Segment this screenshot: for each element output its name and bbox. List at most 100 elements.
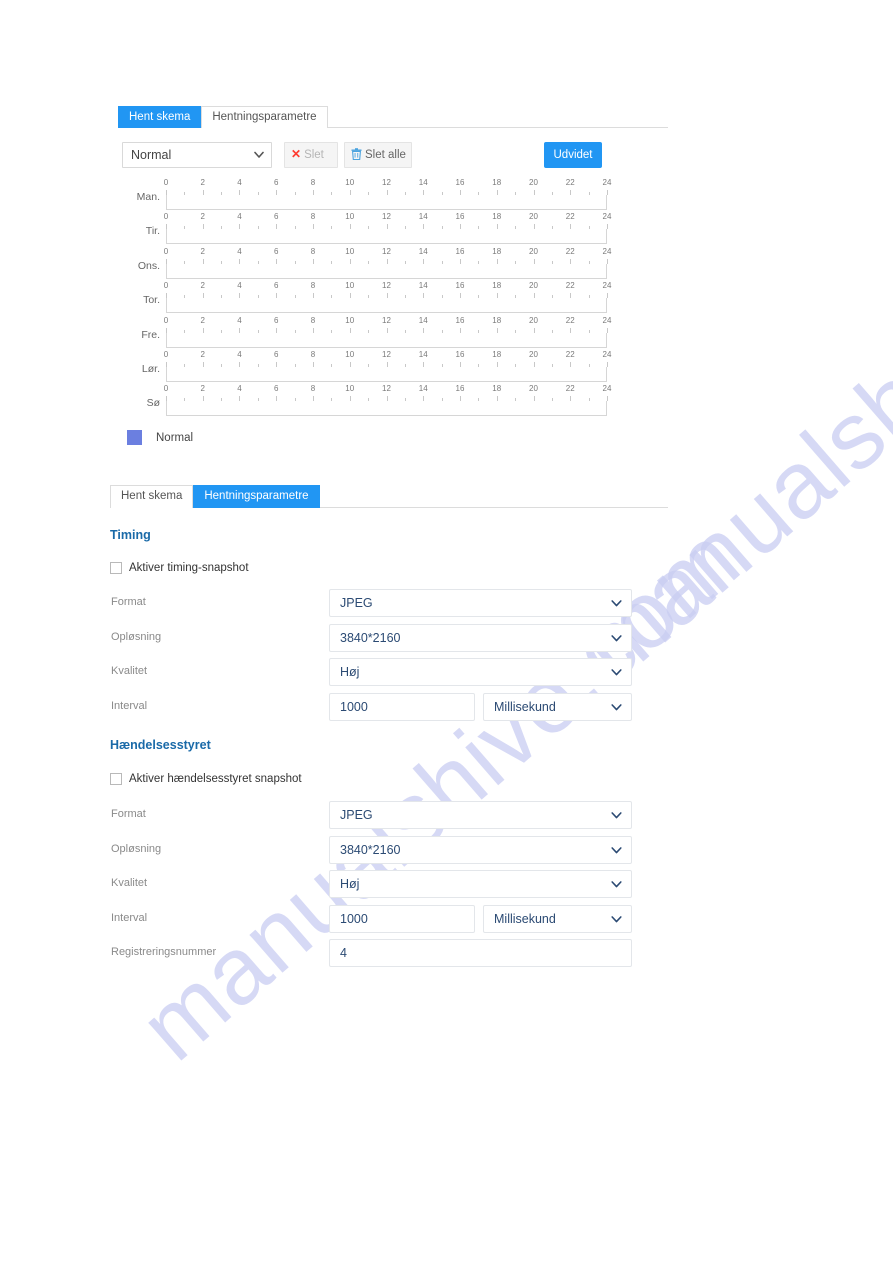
axis-tick-labels: 0 2 4 6 8 10 12 14 16 18 20 22 24 xyxy=(164,281,612,292)
axis-tick-label: 16 xyxy=(455,315,465,325)
timing-quality-label: Kvalitet xyxy=(111,665,148,677)
event-format-select[interactable]: JPEG xyxy=(329,801,632,829)
axis-tick-label: 0 xyxy=(163,212,169,222)
axis-tick-label: 22 xyxy=(565,384,575,394)
schedule-axis: 0 2 4 6 8 10 12 14 16 18 20 22 24 xyxy=(164,281,612,315)
axis-tick-label: 8 xyxy=(310,178,316,187)
tab-hent-skema-2[interactable]: Hent skema xyxy=(110,485,194,508)
schedule-day-label: Fre. xyxy=(141,328,160,341)
axis-tick-label: 2 xyxy=(200,349,205,359)
schedule-timebar[interactable] xyxy=(166,195,607,210)
timing-quality-row: Kvalitet Høj xyxy=(110,658,670,686)
timing-enable-checkbox[interactable] xyxy=(110,562,122,574)
timing-resolution-select[interactable]: 3840*2160 xyxy=(329,624,632,652)
timing-interval-unit-select[interactable]: Millisekund xyxy=(483,693,632,721)
event-interval-row: Interval 1000 Millisekund xyxy=(110,905,670,933)
delete-all-button[interactable]: Slet alle xyxy=(344,142,412,168)
params-tab-bar: Hent skema Hentningsparametre xyxy=(110,485,668,508)
axis-tick-label: 24 xyxy=(602,315,612,325)
event-interval-input[interactable]: 1000 xyxy=(329,905,475,933)
chevron-down-icon xyxy=(254,147,264,163)
timing-resolution-row: Opløsning 3840*2160 xyxy=(110,624,670,652)
axis-tick-label: 2 xyxy=(200,281,205,291)
event-format-value: JPEG xyxy=(340,808,373,822)
axis-tick-label: 0 xyxy=(163,349,169,359)
tab-hent-skema[interactable]: Hent skema xyxy=(118,106,202,128)
axis-tick-label: 12 xyxy=(382,178,391,187)
axis-tick-label: 18 xyxy=(492,246,502,256)
axis-tick-label: 10 xyxy=(345,212,355,222)
trash-icon xyxy=(351,142,362,166)
event-quality-select[interactable]: Høj xyxy=(329,870,632,898)
axis-tick-label: 16 xyxy=(455,349,465,359)
event-format-row: Format JPEG xyxy=(110,801,670,829)
axis-tick-label: 0 xyxy=(163,246,169,256)
axis-tick-label: 10 xyxy=(345,315,355,325)
schedule-day-label: Tir. xyxy=(145,225,160,238)
schedule-timebar[interactable] xyxy=(166,366,607,382)
axis-tick-label: 12 xyxy=(382,212,391,222)
schedule-day-row: Ons. 0 2 4 6 8 10 12 14 16 18 20 22 24 xyxy=(122,247,622,281)
axis-tick-labels: 0 2 4 6 8 10 12 14 16 18 20 22 24 xyxy=(163,212,612,223)
axis-tick-label: 14 xyxy=(418,315,428,325)
event-interval-value: 1000 xyxy=(340,912,368,926)
axis-tick-label: 8 xyxy=(310,246,316,256)
event-resolution-row: Opløsning 3840*2160 xyxy=(110,836,670,864)
schedule-timebar[interactable] xyxy=(166,298,607,314)
event-resolution-label: Opløsning xyxy=(111,843,162,855)
event-resolution-select[interactable]: 3840*2160 xyxy=(329,836,632,864)
schedule-axis: 0 2 4 6 8 10 12 14 16 18 20 22 24 xyxy=(163,384,611,418)
timing-interval-label: Interval xyxy=(111,700,148,712)
event-quality-row: Kvalitet Høj xyxy=(110,870,670,898)
legend-swatch-normal xyxy=(127,430,142,445)
schedule-timebar[interactable] xyxy=(166,332,607,348)
timing-format-row: Format JPEG xyxy=(110,589,670,617)
event-interval-unit-select[interactable]: Millisekund xyxy=(483,905,632,933)
axis-tick-label: 16 xyxy=(455,212,465,222)
schedule-axis: 0 2 4 6 8 10 12 14 16 18 20 22 24 xyxy=(163,178,611,212)
timing-interval-row: Interval 1000 Millisekund xyxy=(110,693,670,721)
chevron-down-icon xyxy=(611,664,622,681)
axis-tick-label: 14 xyxy=(418,384,428,394)
timing-format-select[interactable]: JPEG xyxy=(329,589,632,617)
axis-tick-label: 6 xyxy=(274,246,279,256)
axis-tick-label: 2 xyxy=(200,384,205,394)
timing-interval-input[interactable]: 1000 xyxy=(329,693,475,721)
axis-tick-label: 12 xyxy=(382,349,391,359)
event-enable-checkbox[interactable] xyxy=(110,773,122,785)
schedule-day-label: Lør. xyxy=(141,362,160,375)
advanced-button[interactable]: Udvidet xyxy=(544,142,602,168)
event-enable-row[interactable]: Aktiver hændelsesstyret snapshot xyxy=(110,773,302,785)
delete-button[interactable]: ✕ Slet xyxy=(284,142,338,168)
axis-tick-label: 0 xyxy=(163,384,169,394)
event-number-input[interactable]: 4 xyxy=(329,939,632,967)
schedule-axis: 0 2 4 6 8 10 12 14 16 18 20 22 24 xyxy=(163,212,612,246)
axis-tick-label: 12 xyxy=(382,315,391,325)
axis-tick-label: 20 xyxy=(529,212,538,222)
axis-tick-label: 6 xyxy=(274,281,279,291)
schedule-timebar[interactable] xyxy=(166,263,607,279)
axis-tick-label: 16 xyxy=(455,178,465,187)
timing-quality-select[interactable]: Høj xyxy=(329,658,632,686)
timing-enable-row[interactable]: Aktiver timing-snapshot xyxy=(110,562,249,574)
axis-tick-label: 20 xyxy=(529,246,538,256)
axis-tick-label: 4 xyxy=(237,246,242,256)
period-select[interactable]: Normal xyxy=(122,142,272,168)
axis-tick-labels: 0 2 4 6 8 10 12 14 16 18 20 22 24 xyxy=(164,315,612,327)
schedule-timebar[interactable] xyxy=(166,401,607,417)
tab-hentningsparametre[interactable]: Hentningsparametre xyxy=(201,106,328,128)
axis-tick-label: 24 xyxy=(602,246,612,256)
axis-tick-label: 0 xyxy=(163,178,169,187)
chevron-down-icon xyxy=(611,911,622,928)
axis-tick-label: 20 xyxy=(529,178,538,187)
event-section-title: Hændelsesstyret xyxy=(110,738,211,752)
axis-tick-label: 8 xyxy=(310,315,316,325)
tab-hentningsparametre-2[interactable]: Hentningsparametre xyxy=(193,485,320,508)
axis-tick-label: 6 xyxy=(274,178,279,187)
schedule-timebar[interactable] xyxy=(166,229,607,245)
timing-resolution-label: Opløsning xyxy=(111,631,162,643)
axis-tick-label: 10 xyxy=(345,246,355,256)
event-number-value: 4 xyxy=(340,946,347,960)
schedule-day-row: Sø 0 2 4 6 8 10 12 14 16 18 20 22 24 xyxy=(122,384,622,418)
axis-tick-labels: 0 2 4 6 8 10 12 14 16 18 20 22 24 xyxy=(163,349,612,361)
